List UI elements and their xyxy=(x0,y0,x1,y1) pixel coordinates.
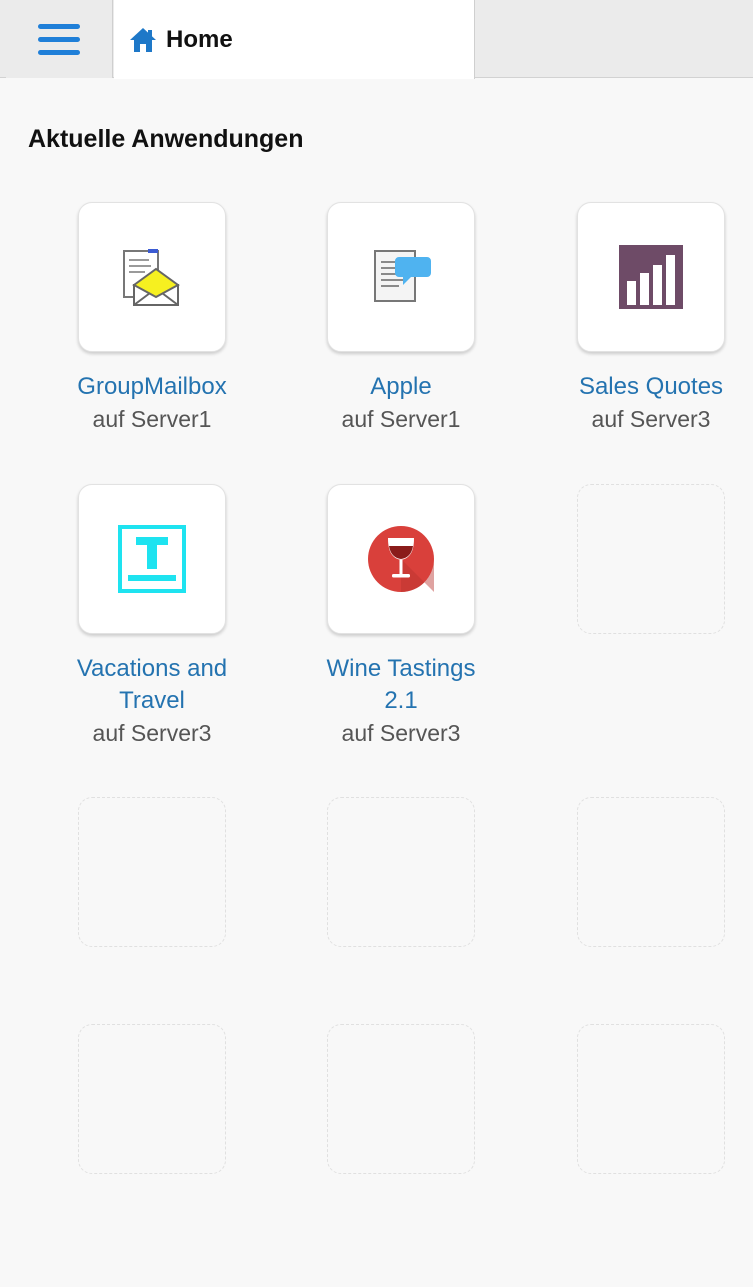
app-caption: Sales Quotes auf Server3 xyxy=(551,371,751,435)
app-server: auf Server1 xyxy=(341,406,461,432)
empty-tile-slot xyxy=(327,1024,475,1174)
app-tile-wine-tastings[interactable] xyxy=(327,484,475,634)
app-server: auf Server3 xyxy=(591,406,711,432)
app-tile-vacations-and-travel[interactable] xyxy=(78,484,226,634)
wine-glass-icon xyxy=(368,526,434,592)
empty-tile-slot xyxy=(78,1024,226,1174)
empty-tile-slot xyxy=(78,797,226,947)
app-caption: GroupMailbox auf Server1 xyxy=(52,371,252,435)
app-name-link[interactable]: Travel xyxy=(52,685,252,717)
app-server: auf Server3 xyxy=(92,720,212,746)
app-name-link[interactable]: 2.1 xyxy=(301,685,501,717)
app-name-link[interactable]: Wine Tastings xyxy=(301,653,501,685)
app-caption: Wine Tastings 2.1 auf Server3 xyxy=(301,653,501,749)
menu-button[interactable] xyxy=(6,0,113,78)
bar-chart-icon xyxy=(619,245,683,309)
empty-tile-slot xyxy=(577,1024,725,1174)
empty-tile-slot xyxy=(577,797,725,947)
section-title: Aktuelle Anwendungen xyxy=(28,125,304,153)
app-tile-groupmailbox[interactable] xyxy=(78,202,226,352)
app-tile-apple[interactable] xyxy=(327,202,475,352)
app-server: auf Server3 xyxy=(341,720,461,746)
empty-tile-slot xyxy=(577,484,725,634)
app-caption: Apple auf Server1 xyxy=(301,371,501,435)
app-server: auf Server1 xyxy=(92,406,212,432)
app-name-link[interactable]: Sales Quotes xyxy=(551,371,751,403)
mailbox-icon xyxy=(123,249,180,306)
hamburger-icon xyxy=(38,23,80,29)
app-name-link[interactable]: Apple xyxy=(301,371,501,403)
app-name-link[interactable]: Vacations and xyxy=(52,653,252,685)
app-name-link[interactable]: GroupMailbox xyxy=(52,371,252,403)
top-bar: Home xyxy=(0,0,753,79)
app-tile-sales-quotes[interactable] xyxy=(577,202,725,352)
app-caption: Vacations and Travel auf Server3 xyxy=(52,653,252,749)
tab-home-label: Home xyxy=(166,25,233,53)
document-chat-icon xyxy=(374,250,431,302)
home-icon xyxy=(130,27,156,52)
tab-home[interactable]: Home xyxy=(114,0,475,79)
text-frame-icon xyxy=(118,525,186,593)
empty-tile-slot xyxy=(327,797,475,947)
